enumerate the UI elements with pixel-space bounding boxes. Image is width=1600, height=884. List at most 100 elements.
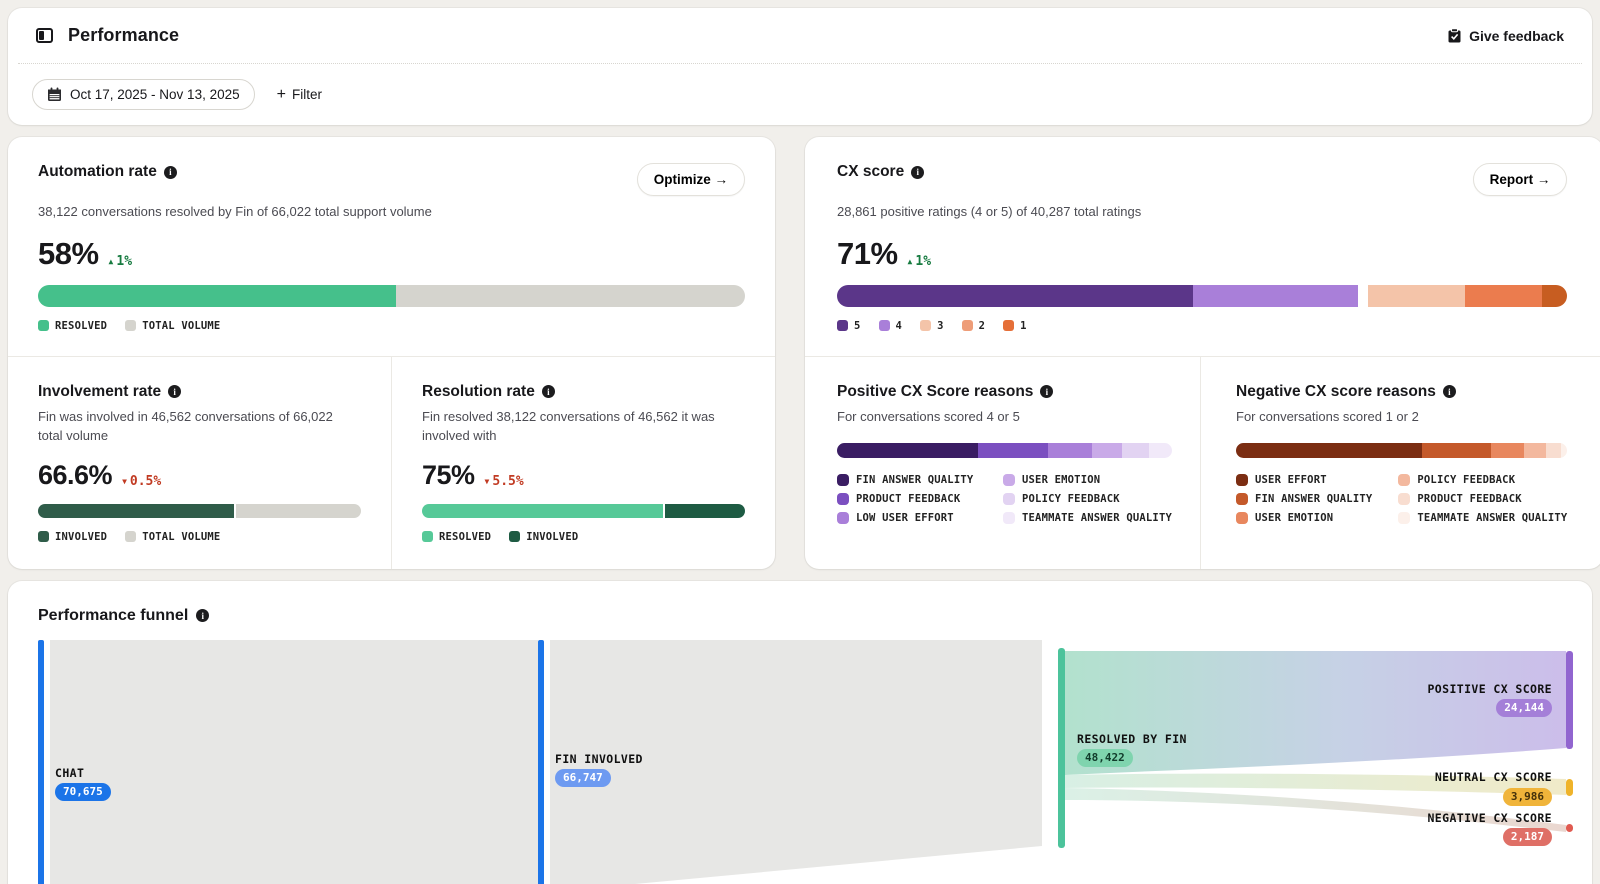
funnel-node-label-fin-involved: FIN INVOLVED [555,751,643,766]
node-bar-neutral[interactable] [1566,778,1573,796]
negative-reasons-subtitle: For conversations scored 1 or 2 [1236,408,1419,424]
involvement-delta-value: 0.5% [129,473,162,489]
funnel-node-value-chat[interactable]: 70,675 [55,782,111,801]
funnel-title: Performance funnel [38,606,189,624]
legend-item: FIN ANSWER QUALITY [1236,492,1372,505]
automation-card: Automation rate i Optimize → 38,122 conv… [8,137,775,569]
negative-reasons-title-wrap: Negative CX score reasons i [1236,383,1567,401]
add-filter-button[interactable]: + Filter [277,86,322,104]
automation-bar [38,284,745,307]
legend-label: 4 [895,319,903,332]
legend-label: PRODUCT FEEDBACK [1417,492,1522,505]
legend-label: TEAMMATE ANSWER QUALITY [1417,511,1568,524]
funnel-node-value-positive[interactable]: 24,144 [1496,698,1552,717]
date-range-picker[interactable]: Oct 17, 2025 - Nov 13, 2025 [32,79,255,110]
flow-chat-to-fin [50,639,538,884]
bar-segment-involved [38,503,234,518]
positive-reasons-title-wrap: Positive CX Score reasons i [837,383,1172,401]
legend-swatch [1398,511,1411,524]
negative-reasons-title: Negative CX score reasons [1236,382,1436,400]
legend-swatch [1398,492,1411,505]
info-icon[interactable]: i [196,609,210,623]
automation-delta-value: 1% [116,253,133,269]
legend-label: 5 [854,319,861,332]
report-button[interactable]: Report → [1472,163,1568,196]
involvement-legend: INVOLVED TOTAL VOLUME [38,531,361,543]
node-bar-negative[interactable] [1566,823,1573,832]
legend-swatch [1003,511,1015,524]
legend-label: LOW USER EFFORT [856,511,954,524]
info-icon[interactable]: i [541,385,555,399]
add-filter-label: Filter [291,87,322,102]
positive-reasons-legend: FIN ANSWER QUALITY PRODUCT FEEDBACK LOW … [837,473,1172,524]
involvement-bar [38,503,361,518]
positive-reasons-title: Positive CX Score reasons [837,382,1034,400]
bar-segment-5 [837,284,1194,307]
involvement-section: Involvement rate i Fin was involved in 4… [8,357,391,569]
legend-item: FIN ANSWER QUALITY [837,473,977,486]
legend-swatch [1003,473,1015,486]
legend-item: USER EFFORT [1236,473,1372,486]
cx-title-wrap: CX score i [837,163,925,181]
info-icon[interactable]: i [1442,385,1456,399]
funnel-node-value-fin-involved[interactable]: 66,747 [555,768,611,787]
header-top: Performance Give feedback [8,8,1592,63]
legend-item: USER EMOTION [1003,473,1172,486]
legend-swatch [920,320,932,332]
bar-segment-resolved [38,284,397,307]
flow-resolved-to-negative [1065,787,1566,832]
cx-score-card: CX score i Report → 28,861 positive rati… [805,137,1600,569]
bar-segment [1121,442,1149,458]
automation-subtitle: 38,122 conversations resolved by Fin of … [38,204,432,219]
legend-swatch [837,320,848,332]
give-feedback-button[interactable]: Give feedback [1447,28,1564,44]
cx-delta: ▲ 1% [908,254,931,269]
bar-segment [1491,442,1525,458]
info-icon[interactable]: i [1040,385,1054,399]
legend-item: 5 [837,320,861,332]
legend-swatch [961,320,973,332]
give-feedback-label: Give feedback [1469,27,1564,44]
funnel-sankey [38,639,1573,884]
plus-icon: + [276,85,286,103]
legend-swatch [509,531,521,543]
delta-down-icon: ▼ [484,476,490,486]
negative-reasons-bar [1236,442,1568,458]
automation-legend: RESOLVED TOTAL VOLUME [38,320,745,332]
info-icon[interactable]: i [911,165,925,179]
node-bar-fin-involved[interactable] [538,639,544,884]
filter-row: Oct 17, 2025 - Nov 13, 2025 + Filter [8,64,1592,125]
info-icon[interactable]: i [163,165,177,179]
node-bar-resolved-by-fin[interactable] [1058,647,1065,848]
bar-segment [1091,442,1122,458]
info-icon[interactable]: i [168,385,182,399]
negative-reasons-section: Negative CX score reasons i For conversa… [1201,357,1600,569]
cx-subrow: Positive CX Score reasons i For conversa… [805,355,1600,569]
involvement-title-wrap: Involvement rate i [38,383,361,401]
delta-up-icon: ▲ [907,256,913,266]
optimize-button[interactable]: Optimize → [636,163,745,196]
resolution-delta-value: 5.5% [492,473,524,489]
funnel-node-value-negative[interactable]: 2,187 [1502,827,1552,846]
legend-item: TOTAL VOLUME [125,320,220,332]
legend-swatch [1398,473,1411,486]
node-bar-positive[interactable] [1566,650,1573,749]
automation-title: Automation rate [38,163,157,180]
resolution-legend: RESOLVED INVOLVED [422,531,745,543]
involvement-delta: ▼ 0.5% [122,474,161,489]
bar-segment [837,442,978,458]
node-bar-chat[interactable] [38,639,44,884]
involvement-value: 66.6% [38,459,113,490]
funnel-node-value-neutral[interactable]: 3,986 [1502,787,1552,806]
funnel-node-label-negative: NEGATIVE CX SCORE [1427,810,1552,825]
bar-segment [1421,442,1492,458]
page-title: Performance [68,25,180,45]
funnel-node-value-resolved-by-fin[interactable]: 48,422 [1077,748,1133,767]
bar-segment [1236,442,1422,458]
legend-label: FIN ANSWER QUALITY [856,473,974,486]
legend-label: POLICY FEEDBACK [1022,492,1120,505]
resolution-section: Resolution rate i Fin resolved 38,122 co… [392,357,775,569]
legend-item: INVOLVED [509,531,578,543]
legend-swatch [1003,320,1015,332]
legend-label: PRODUCT FEEDBACK [856,492,961,505]
